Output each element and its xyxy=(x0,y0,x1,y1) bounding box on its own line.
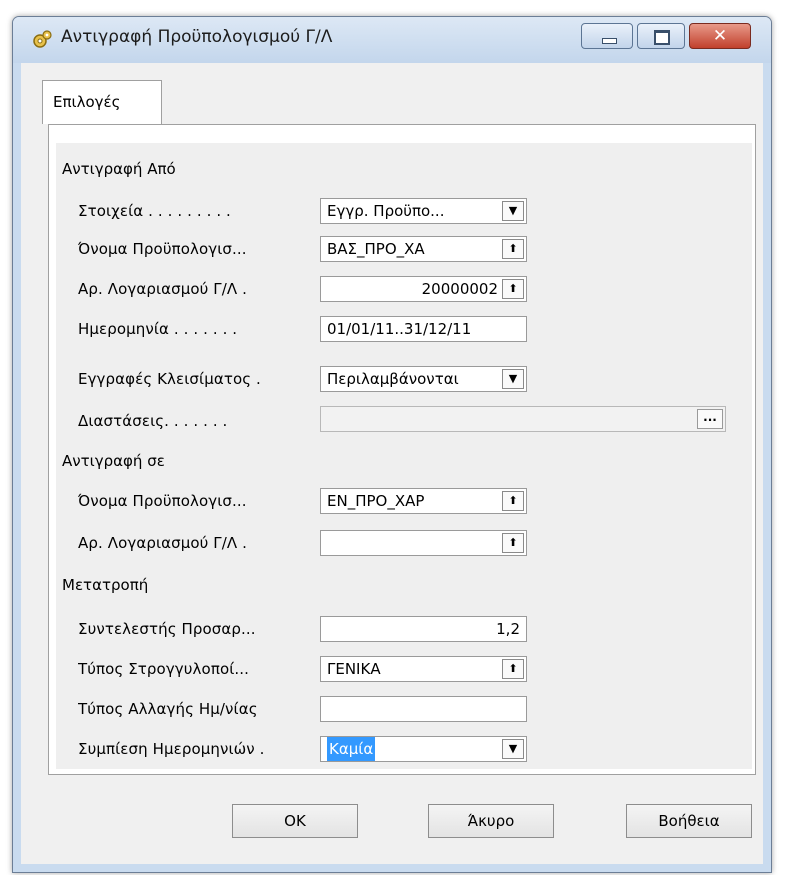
rounding-type-label: Τύπος Στρογγυλοποί... xyxy=(78,660,250,678)
dropdown-arrow-icon[interactable]: ▼ xyxy=(502,201,524,221)
date-input[interactable]: 01/01/11..31/12/11 xyxy=(320,316,527,342)
date-change-type-label: Τύπος Αλλαγής Ημ/νίας xyxy=(78,700,258,718)
gl-account-to-label: Αρ. Λογαριασμού Γ/Λ . xyxy=(78,534,247,552)
date-change-type-input[interactable] xyxy=(320,696,527,722)
dimensions-label: Διαστάσεις. . . . . . . xyxy=(78,412,228,430)
lookup-arrow-icon[interactable]: ⬆ xyxy=(502,239,524,259)
close-button[interactable]: ✕ xyxy=(689,23,751,49)
tab-options[interactable]: Επιλογές xyxy=(42,80,162,124)
maximize-button[interactable] xyxy=(637,23,685,49)
rounding-type-value: ΓΕΝΙΚΑ xyxy=(327,660,381,678)
adjustment-factor-input[interactable]: 1,2 xyxy=(320,616,527,642)
dropdown-arrow-icon[interactable]: ▼ xyxy=(502,369,524,389)
gl-account-from-input[interactable]: 20000002 ⬆ xyxy=(320,276,527,302)
dropdown-arrow-icon[interactable]: ▼ xyxy=(502,739,524,759)
minimize-button[interactable] xyxy=(581,23,633,49)
ellipsis-button[interactable]: ... xyxy=(697,409,723,429)
stoixeia-label: Στοιχεία . . . . . . . . . xyxy=(78,202,231,220)
budget-name-from-input[interactable]: ΒΑΣ_ΠΡΟ_ΧΑ ⬆ xyxy=(320,236,527,262)
maximize-icon xyxy=(654,30,670,45)
stoixeia-select[interactable]: Εγγρ. Προϋπο... ▼ xyxy=(320,198,527,224)
lookup-arrow-icon[interactable]: ⬆ xyxy=(502,279,524,299)
closing-entries-label: Εγγραφές Κλεισίματος . xyxy=(78,370,261,388)
ok-button[interactable]: OK xyxy=(232,804,358,838)
help-button[interactable]: Βοήθεια xyxy=(626,804,752,838)
gl-account-to-input[interactable]: ⬆ xyxy=(320,530,527,556)
budget-name-from-label: Όνομα Προϋπολογισ... xyxy=(78,240,247,258)
dimensions-input: ... xyxy=(320,406,726,432)
budget-name-to-value: ΕΝ_ΠΡΟ_ΧΑΡ xyxy=(327,492,425,510)
gl-account-from-label: Αρ. Λογαριασμού Γ/Λ . xyxy=(78,280,247,298)
date-label: Ημερομηνία . . . . . . . xyxy=(78,320,238,338)
date-value: 01/01/11..31/12/11 xyxy=(327,320,472,338)
window-title: Αντιγραφή Προϋπολογισμού Γ/Λ xyxy=(61,27,333,47)
adjustment-factor-value: 1,2 xyxy=(496,620,520,638)
date-compression-select[interactable]: Καμία ▼ xyxy=(320,736,527,762)
date-compression-label: Συμπίεση Ημερομηνιών . xyxy=(78,740,265,758)
section-conversion: Μετατροπή xyxy=(62,576,149,594)
lookup-arrow-icon[interactable]: ⬆ xyxy=(502,659,524,679)
lookup-arrow-icon[interactable]: ⬆ xyxy=(502,533,524,553)
minimize-icon xyxy=(602,38,617,44)
section-copy-from: Αντιγραφή Από xyxy=(62,160,176,178)
stoixeia-value: Εγγρ. Προϋπο... xyxy=(327,202,445,220)
closing-entries-value: Περιλαμβάνονται xyxy=(327,370,459,388)
close-icon: ✕ xyxy=(712,26,728,46)
closing-entries-select[interactable]: Περιλαμβάνονται ▼ xyxy=(320,366,527,392)
gl-account-from-value: 20000002 xyxy=(421,280,498,298)
budget-name-from-value: ΒΑΣ_ΠΡΟ_ΧΑ xyxy=(327,240,425,258)
cancel-button[interactable]: Άκυρο xyxy=(428,804,554,838)
title-bar[interactable]: Αντιγραφή Προϋπολογισμού Γ/Λ ✕ xyxy=(13,17,771,63)
gears-icon xyxy=(33,30,52,48)
rounding-type-input[interactable]: ΓΕΝΙΚΑ ⬆ xyxy=(320,656,527,682)
budget-name-to-input[interactable]: ΕΝ_ΠΡΟ_ΧΑΡ ⬆ xyxy=(320,488,527,514)
section-copy-to: Αντιγραφή σε xyxy=(62,452,165,470)
lookup-arrow-icon[interactable]: ⬆ xyxy=(502,491,524,511)
adjustment-factor-label: Συντελεστής Προσαρ... xyxy=(78,620,256,638)
date-compression-value: Καμία xyxy=(327,737,376,761)
budget-name-to-label: Όνομα Προϋπολογισ... xyxy=(78,492,247,510)
